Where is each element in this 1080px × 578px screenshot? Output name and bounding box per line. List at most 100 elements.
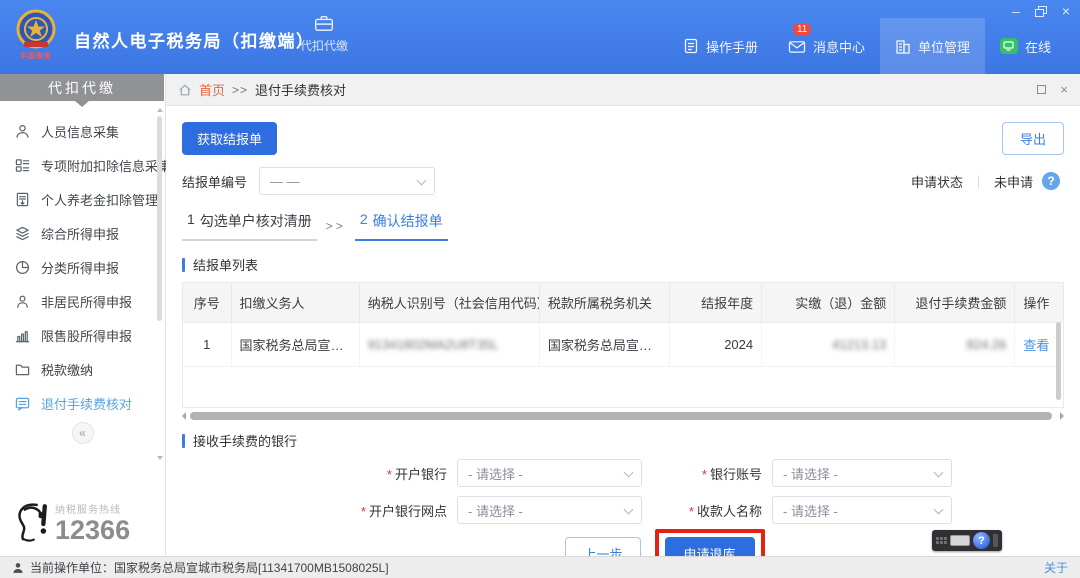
table-horizontal-scrollbar[interactable] — [182, 411, 1064, 421]
sidebar-scrollbar[interactable] — [156, 108, 163, 460]
bank-section-title: 接收手续费的银行 — [182, 431, 1064, 450]
sidebar-item-restricted-shares[interactable]: 限售股所得申报 — [0, 318, 165, 352]
restore-window-icon[interactable] — [1035, 6, 1047, 17]
tab-withholding-module[interactable]: 代扣代缴 — [300, 14, 348, 54]
breadcrumb-home[interactable]: 首页 — [199, 80, 225, 99]
menu-item-label: 操作手册 — [706, 37, 758, 56]
doc-no-value: — — — [270, 174, 300, 189]
previous-step-button[interactable]: 上一步 — [565, 537, 640, 556]
sidebar-collapse-button[interactable]: « — [72, 422, 94, 444]
required-marker: * — [387, 467, 392, 482]
bank-account-select[interactable]: - 请选择 - — [772, 459, 952, 487]
cell-paid-amount: 41213.13 — [762, 323, 895, 367]
doc-no-label: 结报单编号 — [182, 172, 247, 191]
status-divider: ｜ — [972, 172, 985, 191]
sidebar-item-label: 税款缴纳 — [41, 360, 93, 379]
step-tab-confirm-settlement[interactable]: 2 确认结报单 — [355, 211, 448, 241]
col-paid-amount: 实缴（退）金额 — [762, 283, 895, 323]
step-separator: >> — [317, 219, 355, 241]
help-icon[interactable]: ? — [1042, 172, 1060, 190]
table-header-row: 序号 扣缴义务人 纳税人识别号（社会信用代码） 税款所属税务机关 结报年度 实缴… — [183, 283, 1063, 323]
user-icon — [12, 562, 24, 574]
cell-fee-amount: 824.26 — [895, 323, 1015, 367]
sidebar-item-personnel-info[interactable]: 人员信息采集 — [0, 114, 165, 148]
sidebar-item-label: 个人养老金扣除管理 — [41, 190, 158, 209]
sidebar-item-label: 分类所得申报 — [41, 258, 119, 277]
scrollbar-thumb[interactable] — [190, 412, 1052, 420]
col-withholder: 扣缴义务人 — [231, 283, 359, 323]
menu-item-manual[interactable]: 操作手册 — [668, 18, 773, 74]
scrollbar-thumb[interactable] — [157, 116, 162, 321]
close-window-icon[interactable]: × — [1062, 4, 1070, 18]
app-header: – × 中国税务 自然人电子税务局（扣缴端） 代扣代缴 操作手册 11 — [0, 0, 1080, 74]
apply-refund-button[interactable]: 申请退库 — [665, 537, 755, 556]
logo-caption: 中国税务 — [8, 51, 64, 61]
breadcrumb-separator: >> — [232, 83, 248, 97]
maximize-panel-icon[interactable] — [1037, 85, 1046, 94]
sidebar-item-nonresident-income[interactable]: 非居民所得申报 — [0, 284, 165, 318]
main-content: 获取结报单 导出 结报单编号 — — 申请状态 ｜ 未申请 ? 1 勾选单户核对… — [166, 106, 1080, 556]
sidebar-item-classified-income[interactable]: 分类所得申报 — [0, 250, 165, 284]
sidebar-item-tax-payment[interactable]: 税款缴纳 — [0, 352, 165, 386]
topbar-menu: 操作手册 11 消息中心 单位管理 在线 — [668, 18, 1066, 74]
doc-no-select[interactable]: — — — [259, 167, 435, 195]
ime-handle-icon[interactable] — [993, 534, 998, 547]
note-check-icon — [15, 396, 30, 411]
home-icon — [178, 83, 192, 97]
cell-year: 2024 — [670, 323, 762, 367]
national-emblem-icon — [14, 8, 58, 52]
chevron-down-icon — [934, 505, 944, 515]
breadcrumb-bar: 首页 >> 退付手续费核对 × — [166, 74, 1080, 106]
input-method-toolbar[interactable]: ? — [932, 530, 1002, 551]
hotline-label: 纳税服务热线 — [55, 501, 130, 516]
scrollbar-thumb[interactable] — [1056, 322, 1061, 400]
table-vertical-scrollbar[interactable] — [1055, 322, 1062, 406]
sidebar: 代扣代缴 人员信息采集 专项附加扣除信息采集 个人养老金扣除管理 综合所得申报 … — [0, 74, 166, 556]
menu-item-label: 消息中心 — [813, 37, 865, 56]
briefcase-icon — [314, 14, 334, 32]
app-title: 自然人电子税务局（扣缴端） — [74, 27, 315, 52]
ime-key-icon[interactable] — [950, 535, 970, 546]
scroll-left-arrow-icon[interactable] — [182, 412, 186, 420]
sidebar-item-comprehensive-income[interactable]: 综合所得申报 — [0, 216, 165, 250]
minimize-icon[interactable]: – — [1012, 4, 1020, 18]
sidebar-item-label: 综合所得申报 — [41, 224, 119, 243]
step-number: 2 — [360, 211, 368, 231]
about-link[interactable]: 关于 — [1044, 559, 1068, 576]
tax-bureau-logo: 中国税务 — [8, 8, 64, 61]
settlement-table: 序号 扣缴义务人 纳税人识别号（社会信用代码） 税款所属税务机关 结报年度 实缴… — [182, 282, 1064, 408]
section-marker — [182, 434, 185, 448]
sidebar-item-pension-deduction[interactable]: 个人养老金扣除管理 — [0, 182, 165, 216]
scroll-up-arrow-icon[interactable] — [157, 108, 163, 112]
cell-seq: 1 — [183, 323, 231, 367]
menu-item-org-management[interactable]: 单位管理 — [880, 18, 985, 74]
scroll-right-arrow-icon[interactable] — [1060, 412, 1064, 420]
payee-name-select[interactable]: - 请选择 - — [772, 496, 952, 524]
sidebar-item-refund-fee-check[interactable]: 退付手续费核对 — [0, 386, 165, 420]
chevron-down-icon — [624, 468, 634, 478]
person-outline-icon — [15, 294, 30, 309]
ime-grid-icon — [936, 537, 947, 544]
operating-unit-text: 当前操作单位：国家税务总局宣城市税务局[11341700MB1508025L] — [30, 559, 389, 576]
required-marker: * — [361, 504, 366, 519]
bank-label-branch: *开户银行网点 — [337, 501, 447, 520]
step-tab-check-list[interactable]: 1 勾选单户核对清册 — [182, 211, 317, 241]
document-download-icon — [15, 192, 30, 207]
bank-branch-select[interactable]: - 请选择 - — [457, 496, 642, 524]
sidebar-item-special-deduction[interactable]: 专项附加扣除信息采集 — [0, 148, 165, 182]
apply-status-value: 未申请 — [994, 172, 1033, 191]
fetch-settlement-button[interactable]: 获取结报单 — [182, 122, 277, 155]
menu-item-messages[interactable]: 11 消息中心 — [773, 18, 880, 74]
export-button[interactable]: 导出 — [1002, 122, 1064, 155]
sidebar-item-label: 专项附加扣除信息采集 — [41, 156, 171, 175]
close-panel-icon[interactable]: × — [1060, 82, 1068, 97]
col-fee-amount: 退付手续费金额 — [895, 283, 1015, 323]
bar-chart-icon — [15, 328, 30, 343]
col-taxpayer-id: 纳税人识别号（社会信用代码） — [359, 283, 539, 323]
list-section-title: 结报单列表 — [182, 255, 1064, 274]
sidebar-item-label: 非居民所得申报 — [41, 292, 132, 311]
opening-bank-select[interactable]: - 请选择 - — [457, 459, 642, 487]
menu-item-online[interactable]: 在线 — [985, 18, 1066, 74]
scroll-down-arrow-icon[interactable] — [157, 456, 163, 460]
ime-help-icon[interactable]: ? — [973, 532, 990, 549]
